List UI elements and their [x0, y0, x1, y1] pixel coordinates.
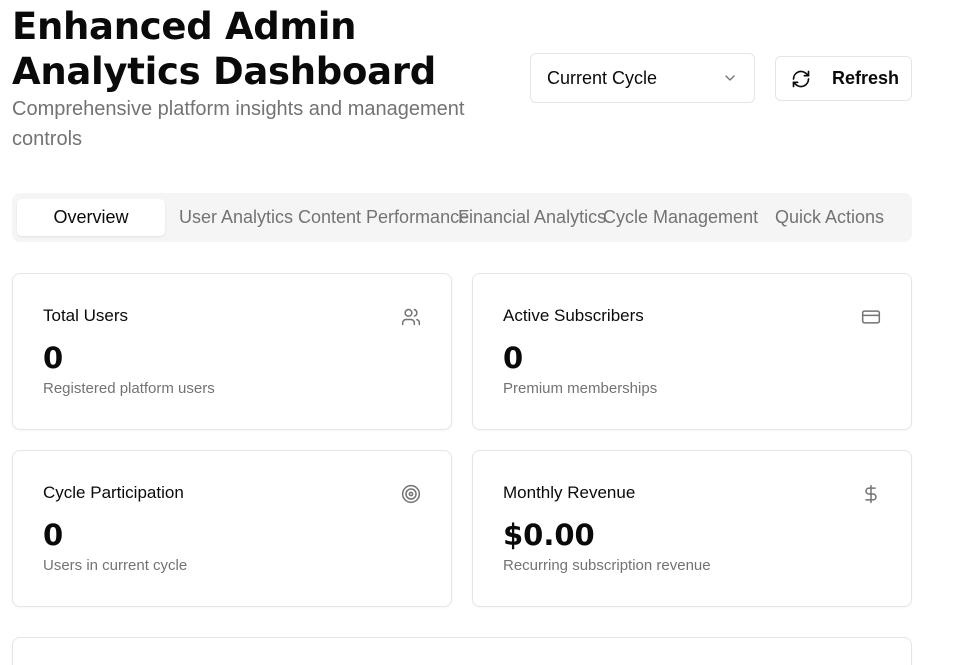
credit-card-icon — [861, 307, 881, 327]
tab-overview[interactable]: Overview — [17, 199, 165, 236]
page-subtitle: Comprehensive platform insights and mana… — [12, 98, 465, 150]
card-description: Registered platform users — [43, 380, 215, 397]
card-value: 0 — [503, 341, 524, 375]
stat-card-monthly-revenue: Monthly Revenue $0.00 Recurring subscrip… — [472, 450, 912, 607]
card-value: $0.00 — [503, 518, 595, 552]
cycle-select[interactable]: Current Cycle — [530, 53, 755, 103]
refresh-button[interactable]: Refresh — [775, 56, 912, 101]
users-icon — [401, 307, 421, 327]
dashboard-page: Enhanced Admin Analytics Dashboard Compr… — [0, 0, 954, 665]
tab-list: Overview User Analytics Content Performa… — [12, 193, 912, 242]
target-icon — [401, 484, 421, 504]
card-description: Recurring subscription revenue — [503, 557, 711, 574]
cycle-select-value: Current Cycle — [547, 67, 658, 88]
stat-card-total-users: Total Users 0 Registered platform users — [12, 273, 452, 430]
card-title: Monthly Revenue — [503, 483, 636, 502]
card-title: Total Users — [43, 306, 129, 325]
stat-card-active-subscribers: Active Subscribers 0 Premium memberships — [472, 273, 912, 430]
refresh-icon — [791, 69, 811, 89]
stat-card-cycle-participation: Cycle Participation 0 Users in current c… — [12, 450, 452, 607]
refresh-label: Refresh — [832, 68, 900, 88]
card-value: 0 — [43, 341, 64, 375]
tab-financial-analytics[interactable]: Financial Analytics — [458, 199, 606, 236]
card-title: Cycle Participation — [43, 483, 184, 502]
tab-content-performance[interactable]: Content Performance — [298, 199, 469, 236]
content-panel — [12, 637, 912, 665]
tab-quick-actions[interactable]: Quick Actions — [775, 199, 884, 236]
tab-user-analytics[interactable]: User Analytics — [179, 199, 293, 236]
tab-cycle-management[interactable]: Cycle Management — [603, 199, 758, 236]
card-title: Active Subscribers — [503, 306, 644, 325]
chevron-down-icon — [722, 70, 738, 86]
card-value: 0 — [43, 518, 64, 552]
card-description: Users in current cycle — [43, 557, 188, 574]
page-title: Enhanced Admin Analytics Dashboard — [12, 5, 436, 93]
card-description: Premium memberships — [503, 380, 658, 397]
dollar-icon — [861, 484, 881, 504]
